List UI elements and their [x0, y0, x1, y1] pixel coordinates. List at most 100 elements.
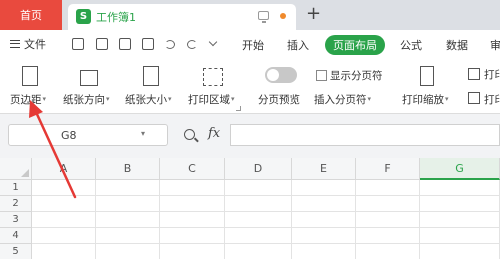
- column-header-d[interactable]: D: [225, 158, 292, 180]
- row-header-1[interactable]: 1: [0, 180, 32, 196]
- name-box[interactable]: G8 ▾: [8, 124, 168, 146]
- print-titles-icon[interactable]: [468, 68, 480, 80]
- print-header-label[interactable]: 打印: [484, 92, 500, 107]
- show-page-breaks-label: 显示分页符: [330, 70, 383, 82]
- print-area-icon[interactable]: [203, 68, 223, 86]
- menu-item-page-layout[interactable]: 页面布局: [325, 35, 385, 55]
- menu-item-insert[interactable]: 插入: [287, 37, 309, 53]
- column-header-f[interactable]: F: [356, 158, 420, 180]
- print-titles-label[interactable]: 打印: [484, 67, 500, 82]
- cell-b2[interactable]: [96, 196, 160, 212]
- column-header-e[interactable]: E: [292, 158, 356, 180]
- select-all-corner[interactable]: [0, 158, 32, 180]
- menu-item-data[interactable]: 数据: [446, 37, 468, 53]
- print-scaling-icon[interactable]: [420, 66, 434, 86]
- orientation-button[interactable]: 纸张方向▾: [63, 92, 110, 107]
- file-menu[interactable]: 文件: [10, 36, 46, 52]
- cell-d2[interactable]: [225, 196, 292, 212]
- checkbox-box[interactable]: [316, 70, 327, 81]
- row-header-4[interactable]: 4: [0, 228, 32, 244]
- cell-g1[interactable]: [420, 180, 500, 196]
- row-header-2[interactable]: 2: [0, 196, 32, 212]
- group-expand-icon[interactable]: [236, 106, 241, 111]
- column-header-b[interactable]: B: [96, 158, 160, 180]
- cell-f2[interactable]: [356, 196, 420, 212]
- cell-e5[interactable]: [292, 244, 356, 259]
- spreadsheet-icon: S: [76, 9, 91, 24]
- cell-d5[interactable]: [225, 244, 292, 259]
- cell-f3[interactable]: [356, 212, 420, 228]
- cell-b4[interactable]: [96, 228, 160, 244]
- insert-page-break-label: 插入分页符: [314, 94, 367, 106]
- orientation-icon[interactable]: [80, 70, 98, 86]
- column-header-a[interactable]: A: [32, 158, 96, 180]
- cell-d4[interactable]: [225, 228, 292, 244]
- cell-a3[interactable]: [32, 212, 96, 228]
- cell-e3[interactable]: [292, 212, 356, 228]
- cell-b3[interactable]: [96, 212, 160, 228]
- margins-label: 页边距: [10, 94, 42, 106]
- margins-icon[interactable]: [22, 66, 38, 86]
- cell-d1[interactable]: [225, 180, 292, 196]
- cell-g5[interactable]: [420, 244, 500, 259]
- formula-input[interactable]: [230, 124, 500, 146]
- cell-g4[interactable]: [420, 228, 500, 244]
- cell-f5[interactable]: [356, 244, 420, 259]
- undo-icon[interactable]: [164, 38, 176, 50]
- paper-size-icon[interactable]: [143, 66, 159, 86]
- paper-size-button[interactable]: 纸张大小▾: [125, 92, 172, 107]
- menu-item-formulas[interactable]: 公式: [400, 37, 422, 53]
- menu-item-review[interactable]: 审: [490, 37, 500, 53]
- cell-a4[interactable]: [32, 228, 96, 244]
- cell-a5[interactable]: [32, 244, 96, 259]
- tab-workbook[interactable]: S 工作簿1: [68, 4, 296, 30]
- export-icon[interactable]: [96, 38, 108, 50]
- page-break-preview-label[interactable]: 分页预览: [258, 92, 300, 107]
- new-tab-button[interactable]: +: [306, 3, 321, 24]
- column-header-c[interactable]: C: [160, 158, 225, 180]
- margins-button[interactable]: 页边距▾: [10, 92, 46, 107]
- print-header-icon[interactable]: [468, 92, 480, 104]
- cell-a2[interactable]: [32, 196, 96, 212]
- insert-page-break-button[interactable]: 插入分页符▾: [314, 92, 371, 107]
- page-break-preview-toggle[interactable]: [265, 67, 297, 83]
- row-header-3[interactable]: 3: [0, 212, 32, 228]
- cell-f4[interactable]: [356, 228, 420, 244]
- print-icon[interactable]: [119, 38, 131, 50]
- ribbon: 页边距▾ 纸张方向▾ 纸张大小▾ 打印区域▾ 分页预览 显示分页符 插入分页符▾…: [0, 58, 500, 114]
- menu-bar: 文件 开始 插入 页面布局 公式 数据 审: [0, 30, 500, 58]
- cell-e2[interactable]: [292, 196, 356, 212]
- cell-b1[interactable]: [96, 180, 160, 196]
- cell-d3[interactable]: [225, 212, 292, 228]
- cell-f1[interactable]: [356, 180, 420, 196]
- cell-c2[interactable]: [160, 196, 225, 212]
- formula-bar: G8 ▾ fx: [0, 114, 500, 158]
- chevron-down-icon[interactable]: [208, 38, 220, 50]
- cell-c5[interactable]: [160, 244, 225, 259]
- cell-c3[interactable]: [160, 212, 225, 228]
- print-scaling-button[interactable]: 打印缩放▾: [402, 92, 449, 107]
- menu-item-home[interactable]: 开始: [242, 37, 264, 53]
- hamburger-icon: [10, 40, 20, 48]
- cell-c1[interactable]: [160, 180, 225, 196]
- chevron-down-icon[interactable]: ▾: [141, 129, 145, 138]
- zoom-icon[interactable]: [184, 129, 195, 140]
- monitor-icon[interactable]: [258, 11, 269, 23]
- cell-g2[interactable]: [420, 196, 500, 212]
- cell-g3[interactable]: [420, 212, 500, 228]
- save-icon[interactable]: [72, 38, 84, 50]
- fx-icon[interactable]: fx: [208, 126, 220, 141]
- redo-icon[interactable]: [186, 38, 198, 50]
- tab-home[interactable]: 首页: [0, 0, 62, 30]
- cell-e1[interactable]: [292, 180, 356, 196]
- column-header-g[interactable]: G: [420, 158, 500, 180]
- print-area-button[interactable]: 打印区域▾: [188, 92, 235, 107]
- print-preview-icon[interactable]: [142, 38, 154, 50]
- cell-b5[interactable]: [96, 244, 160, 259]
- cell-e4[interactable]: [292, 228, 356, 244]
- show-page-breaks-checkbox[interactable]: 显示分页符: [316, 68, 383, 83]
- print-scaling-label: 打印缩放: [402, 94, 444, 106]
- row-header-5[interactable]: 5: [0, 244, 32, 259]
- cell-a1[interactable]: [32, 180, 96, 196]
- cell-c4[interactable]: [160, 228, 225, 244]
